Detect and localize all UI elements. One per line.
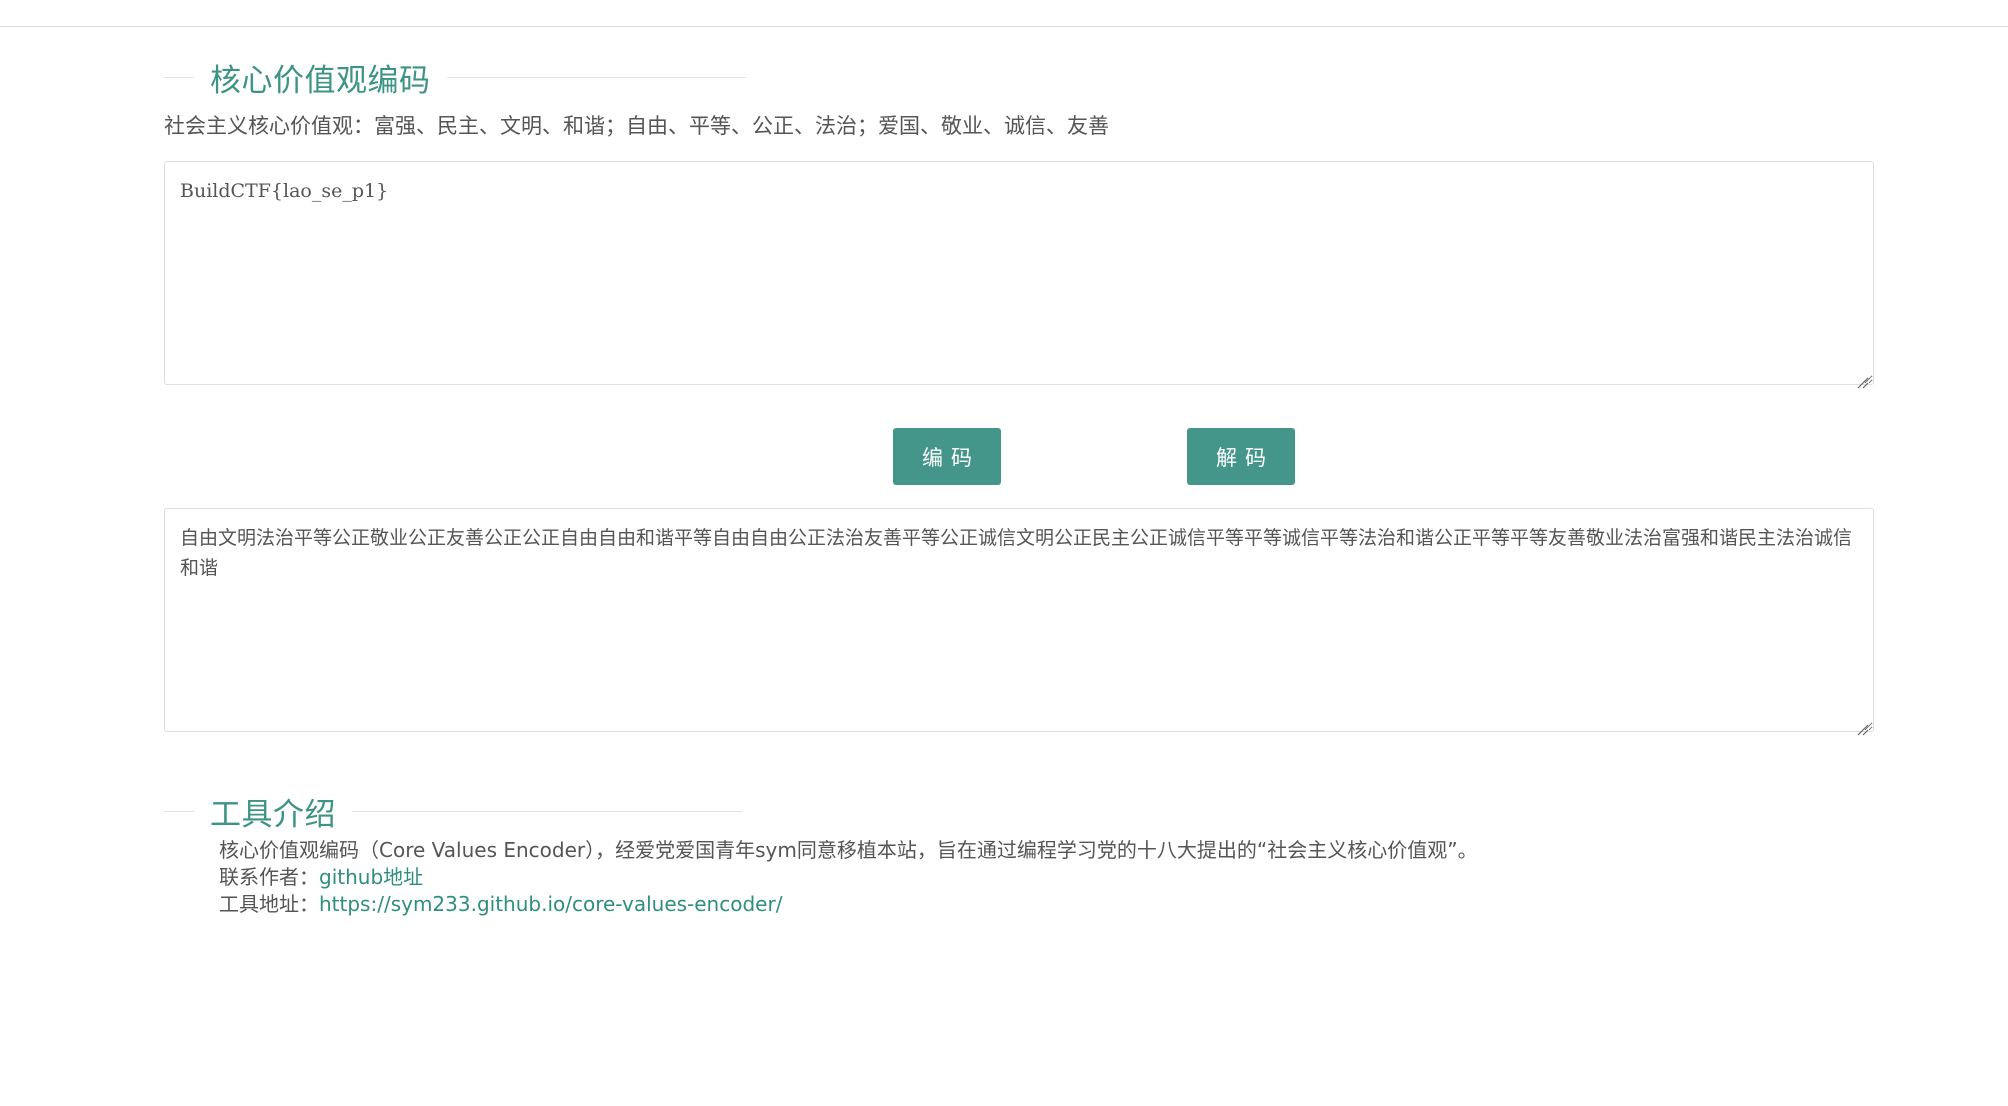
decode-button[interactable]: 解码 bbox=[1187, 428, 1295, 485]
tool-intro: 核心价值观编码（Core Values Encoder），经爱党爱国青年sym同… bbox=[219, 837, 1478, 918]
author-label: 联系作者： bbox=[219, 865, 319, 889]
intro-section-header: 工具介绍 bbox=[164, 789, 742, 833]
author-row: 联系作者：github地址 bbox=[219, 864, 1478, 891]
intro-description: 核心价值观编码（Core Values Encoder），经爱党爱国青年sym同… bbox=[219, 838, 1478, 862]
header-line-left bbox=[164, 76, 194, 78]
header-line-left bbox=[164, 810, 194, 812]
section-title: 工具介绍 bbox=[210, 796, 336, 833]
github-link[interactable]: github地址 bbox=[319, 865, 423, 889]
encode-button[interactable]: 编码 bbox=[893, 428, 1001, 485]
plaintext-input[interactable]: BuildCTF{lao_se_p1} bbox=[164, 161, 1874, 385]
section-title: 核心价值观编码 bbox=[210, 62, 431, 99]
tool-address-link[interactable]: https://sym233.github.io/core-values-enc… bbox=[319, 892, 782, 916]
core-values-subtitle: 社会主义核心价值观：富强、民主、文明、和谐；自由、平等、公正、法治；爱国、敬业、… bbox=[164, 114, 1109, 138]
header-line-right bbox=[352, 810, 742, 812]
address-label: 工具地址： bbox=[219, 892, 319, 916]
encoder-section-header: 核心价值观编码 bbox=[164, 55, 747, 99]
address-row: 工具地址：https://sym233.github.io/core-value… bbox=[219, 891, 1478, 918]
encoded-output[interactable]: 自由文明法治平等公正敬业公正友善公正公正自由自由和谐平等自由自由公正法治友善平等… bbox=[164, 508, 1874, 732]
header-line-right bbox=[446, 76, 747, 78]
top-divider bbox=[0, 26, 2008, 27]
